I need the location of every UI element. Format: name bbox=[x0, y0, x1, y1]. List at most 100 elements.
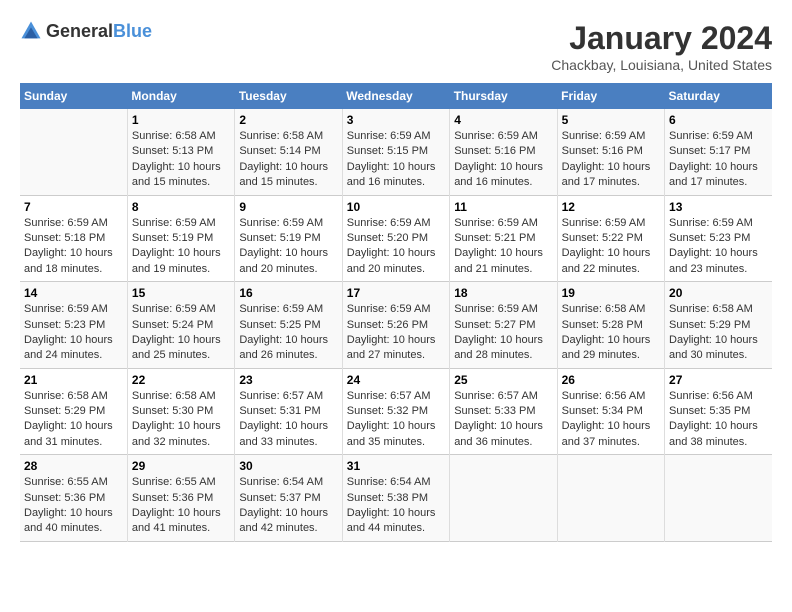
col-saturday: Saturday bbox=[665, 83, 772, 109]
cell-week3-day7: 20Sunrise: 6:58 AMSunset: 5:29 PMDayligh… bbox=[665, 282, 772, 369]
cell-week5-day3: 30Sunrise: 6:54 AMSunset: 5:37 PMDayligh… bbox=[235, 455, 342, 542]
cell-line: Sunset: 5:29 PM bbox=[24, 404, 123, 419]
cell-week1-day2: 1Sunrise: 6:58 AMSunset: 5:13 PMDaylight… bbox=[127, 109, 234, 195]
cell-week3-day6: 19Sunrise: 6:58 AMSunset: 5:28 PMDayligh… bbox=[557, 282, 664, 369]
cell-line: Sunset: 5:35 PM bbox=[669, 404, 768, 419]
day-number: 14 bbox=[24, 286, 123, 300]
cell-week4-day6: 26Sunrise: 6:56 AMSunset: 5:34 PMDayligh… bbox=[557, 368, 664, 455]
col-friday: Friday bbox=[557, 83, 664, 109]
cell-line: Sunset: 5:33 PM bbox=[454, 404, 552, 419]
day-number: 16 bbox=[239, 286, 337, 300]
sub-title: Chackbay, Louisiana, United States bbox=[551, 57, 772, 73]
cell-week1-day4: 3Sunrise: 6:59 AMSunset: 5:15 PMDaylight… bbox=[342, 109, 449, 195]
day-number: 24 bbox=[347, 373, 445, 387]
cell-line: and 16 minutes. bbox=[347, 175, 445, 190]
day-number: 30 bbox=[239, 459, 337, 473]
title-area: January 2024 Chackbay, Louisiana, United… bbox=[551, 20, 772, 73]
cell-line: Sunset: 5:25 PM bbox=[239, 318, 337, 333]
cell-week2-day5: 11Sunrise: 6:59 AMSunset: 5:21 PMDayligh… bbox=[450, 195, 557, 282]
day-number: 25 bbox=[454, 373, 552, 387]
day-number: 20 bbox=[669, 286, 768, 300]
calendar-header: Sunday Monday Tuesday Wednesday Thursday… bbox=[20, 83, 772, 109]
cell-line: Daylight: 10 hours bbox=[562, 246, 660, 261]
cell-line: Sunset: 5:32 PM bbox=[347, 404, 445, 419]
cell-line: Sunset: 5:24 PM bbox=[132, 318, 230, 333]
cell-line: Sunset: 5:31 PM bbox=[239, 404, 337, 419]
day-number: 2 bbox=[239, 113, 337, 127]
cell-line: and 16 minutes. bbox=[454, 175, 552, 190]
cell-line: and 33 minutes. bbox=[239, 435, 337, 450]
cell-line: Daylight: 10 hours bbox=[239, 333, 337, 348]
cell-line: Sunset: 5:16 PM bbox=[454, 144, 552, 159]
cell-week2-day4: 10 Sunrise: 6:59 AMSunset: 5:20 PMDayligh… bbox=[342, 195, 449, 282]
cell-line: Daylight: 10 hours bbox=[132, 246, 230, 261]
cell-line: Sunrise: 6:59 AM bbox=[347, 302, 445, 317]
cell-week3-day2: 15Sunrise: 6:59 AMSunset: 5:24 PMDayligh… bbox=[127, 282, 234, 369]
cell-line: and 26 minutes. bbox=[239, 348, 337, 363]
day-number: 13 bbox=[669, 200, 768, 214]
cell-line: Sunset: 5:13 PM bbox=[132, 144, 230, 159]
calendar-body: 1 Sunrise: 6:58 AM Sunset: 5:13 PM Daylight… bbox=[20, 109, 772, 541]
cell-week1-day5: 4Sunrise: 6:59 AMSunset: 5:16 PMDaylight… bbox=[450, 109, 557, 195]
day-number: 10 bbox=[347, 200, 445, 214]
cell-line: and 15 minutes. bbox=[132, 175, 230, 190]
cell-line: Sunrise: 6:59 AM bbox=[669, 129, 768, 144]
cell-week3-day4: 17Sunrise: 6:59 AMSunset: 5:26 PMDayligh… bbox=[342, 282, 449, 369]
cell-week2-day6: 12Sunrise: 6:59 AMSunset: 5:22 PMDayligh… bbox=[557, 195, 664, 282]
cell-line: and 23 minutes. bbox=[669, 262, 768, 277]
cell-line: Sunrise: 6:59 AM bbox=[239, 216, 337, 231]
cell-line: Sunset: 5:20 PM bbox=[347, 231, 445, 246]
cell-line: Sunset: 5:28 PM bbox=[562, 318, 660, 333]
cell-line: Daylight: 10 hours bbox=[239, 419, 337, 434]
cell-week5-day6 bbox=[557, 455, 664, 542]
cell-week2-day2: 8Sunrise: 6:59 AMSunset: 5:19 PMDaylight… bbox=[127, 195, 234, 282]
cell-line: Sunset: 5:14 PM bbox=[239, 144, 337, 159]
cell-line: Sunrise: 6:57 AM bbox=[239, 389, 337, 404]
day-number: 28 bbox=[24, 459, 123, 473]
day-number: 1 bbox=[132, 113, 230, 127]
cell-line: Sunset: 5:19 PM bbox=[239, 231, 337, 246]
cell-line: and 21 minutes. bbox=[454, 262, 552, 277]
cell-week2-day1: 7Sunrise: 6:59 AMSunset: 5:18 PMDaylight… bbox=[20, 195, 127, 282]
cell-line: and 18 minutes. bbox=[24, 262, 123, 277]
cell-line: Daylight: 10 hours bbox=[347, 246, 445, 261]
cell-line: Sunrise: 6:58 AM bbox=[669, 302, 768, 317]
cell-line: and 35 minutes. bbox=[347, 435, 445, 450]
cell-week4-day4: 24Sunrise: 6:57 AMSunset: 5:32 PMDayligh… bbox=[342, 368, 449, 455]
logo-text-general: General bbox=[46, 21, 113, 41]
cell-line: Sunset: 5:27 PM bbox=[454, 318, 552, 333]
week-row-2: 7Sunrise: 6:59 AMSunset: 5:18 PMDaylight… bbox=[20, 195, 772, 282]
cell-line: and 19 minutes. bbox=[132, 262, 230, 277]
cell-line: Sunrise: 6:56 AM bbox=[669, 389, 768, 404]
cell-line: Daylight: 10 hours bbox=[24, 333, 123, 348]
cell-line: Daylight: 10 hours bbox=[132, 419, 230, 434]
cell-line: and 29 minutes. bbox=[562, 348, 660, 363]
cell-line: Daylight: 10 hours bbox=[132, 333, 230, 348]
cell-line: Sunset: 5:23 PM bbox=[24, 318, 123, 333]
cell-line: Daylight: 10 hours bbox=[239, 160, 337, 175]
cell-line: Sunset: 5:37 PM bbox=[239, 491, 337, 506]
cell-line: Daylight: 10 hours bbox=[562, 419, 660, 434]
cell-week1-day3: 2Sunrise: 6:58 AMSunset: 5:14 PMDaylight… bbox=[235, 109, 342, 195]
cell-line: Sunset: 5:29 PM bbox=[669, 318, 768, 333]
cell-line: Sunrise: 6:58 AM bbox=[24, 389, 123, 404]
cell-line: Sunrise: 6:57 AM bbox=[454, 389, 552, 404]
cell-line: and 32 minutes. bbox=[132, 435, 230, 450]
day-number: 12 bbox=[562, 200, 660, 214]
cell-line: and 30 minutes. bbox=[669, 348, 768, 363]
cell-line: and 20 minutes. bbox=[347, 262, 445, 277]
cell-line: Sunrise: 6:59 AM bbox=[562, 129, 660, 144]
cell-line: Sunrise: 6:59 AM bbox=[347, 216, 445, 231]
cell-line: Daylight: 10 hours bbox=[454, 333, 552, 348]
cell-line: and 27 minutes. bbox=[347, 348, 445, 363]
cell-line: and 17 minutes. bbox=[669, 175, 768, 190]
cell-week3-day5: 18Sunrise: 6:59 AMSunset: 5:27 PMDayligh… bbox=[450, 282, 557, 369]
cell-line: Sunset: 5:22 PM bbox=[562, 231, 660, 246]
cell-line: Daylight: 10 hours bbox=[347, 333, 445, 348]
cell-line: Sunset: 5:36 PM bbox=[132, 491, 230, 506]
cell-line: Sunrise: 6:59 AM bbox=[132, 302, 230, 317]
logo-text-blue: Blue bbox=[113, 21, 152, 41]
col-monday: Monday bbox=[127, 83, 234, 109]
day-number: 18 bbox=[454, 286, 552, 300]
cell-line: Daylight: 10 hours bbox=[669, 419, 768, 434]
